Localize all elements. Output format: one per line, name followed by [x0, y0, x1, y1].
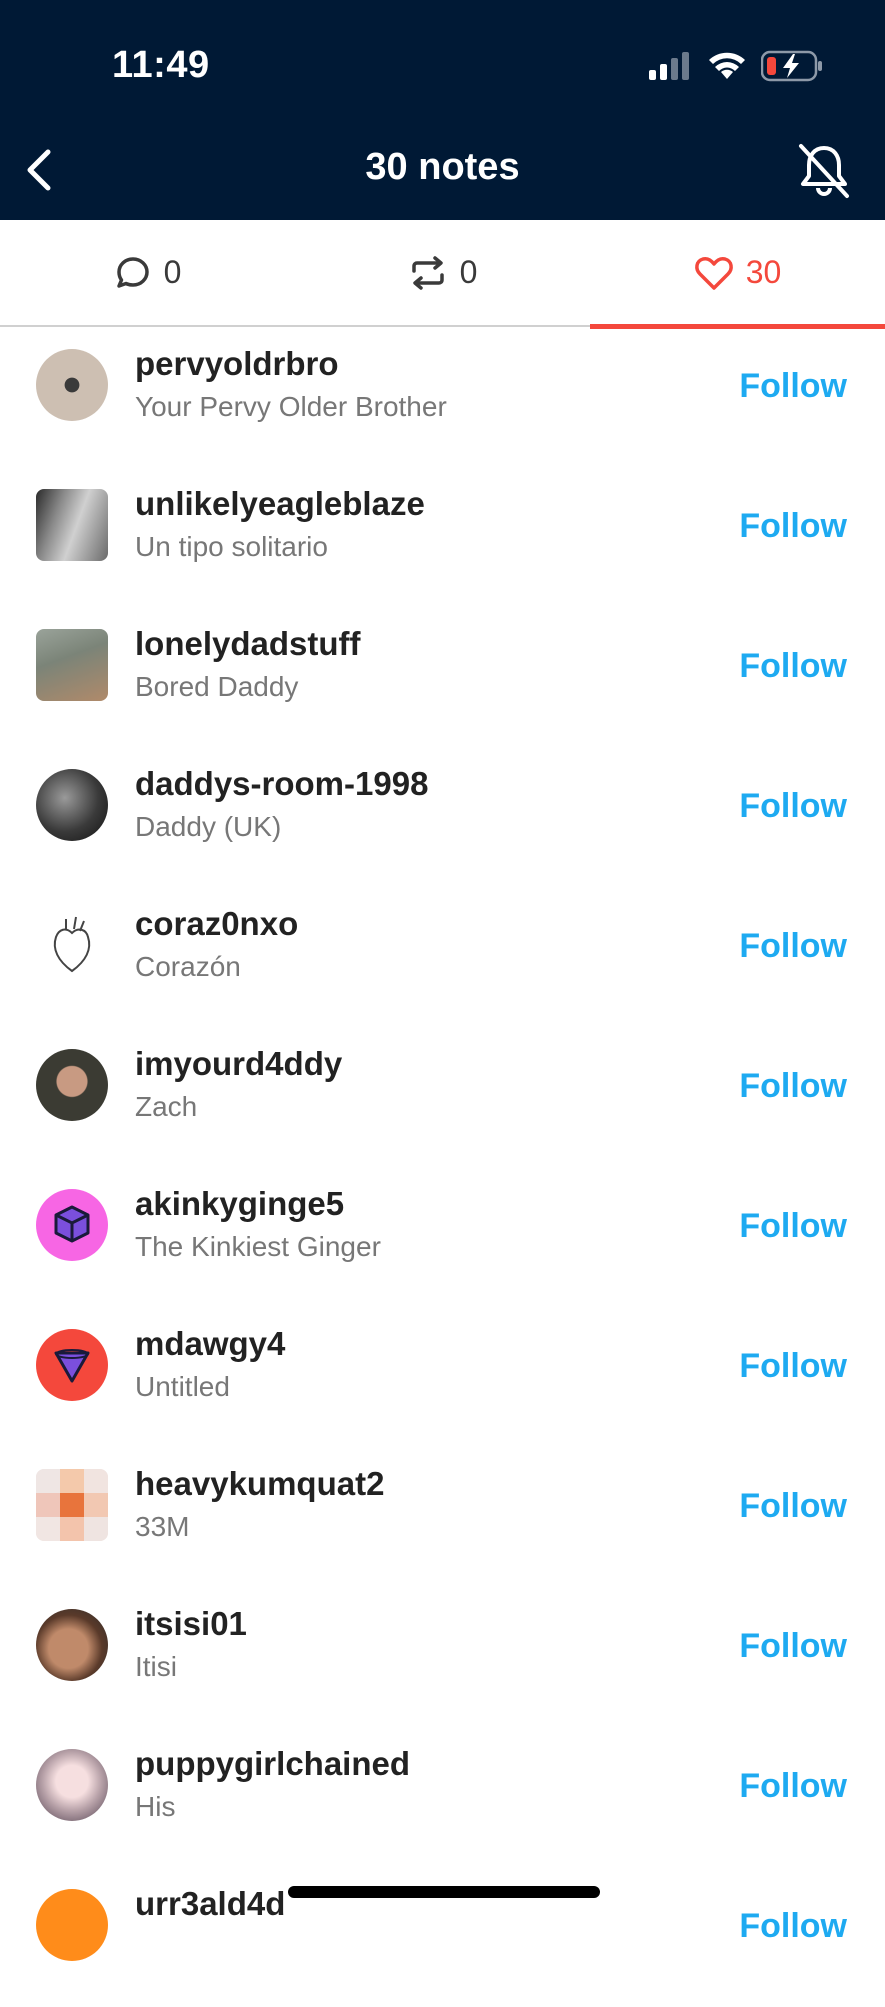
avatar[interactable] — [36, 629, 108, 701]
username[interactable]: urr3ald4d — [135, 1885, 285, 1923]
follow-button[interactable]: Follow — [739, 1627, 847, 1666]
list-item[interactable]: imyourd4ddy Zach Follow — [0, 1027, 885, 1167]
avatar[interactable] — [36, 1049, 108, 1121]
follow-button[interactable]: Follow — [739, 507, 847, 546]
username[interactable]: lonelydadstuff — [135, 625, 361, 663]
follow-button[interactable]: Follow — [739, 1767, 847, 1806]
avatar[interactable] — [36, 489, 108, 561]
username[interactable]: daddys-room-1998 — [135, 765, 428, 803]
avatar[interactable] — [36, 1749, 108, 1821]
reblogs-count: 0 — [459, 254, 478, 290]
blog-title: 33M — [135, 1511, 190, 1542]
username[interactable]: pervyoldrbro — [135, 345, 339, 383]
status-icons — [649, 46, 823, 86]
list-item[interactable]: heavykumquat2 33M Follow — [0, 1447, 885, 1587]
blog-title: Itisi — [135, 1651, 177, 1682]
username[interactable]: itsisi01 — [135, 1605, 247, 1643]
list-item[interactable]: mdawgy4 Untitled Follow — [0, 1307, 885, 1447]
blog-title: Your Pervy Older Brother — [135, 391, 447, 422]
follow-button[interactable]: Follow — [739, 1907, 847, 1946]
list-item[interactable]: daddys-room-1998 Daddy (UK) Follow — [0, 747, 885, 887]
pixel-pattern-icon — [36, 1469, 108, 1541]
avatar[interactable] — [36, 1889, 108, 1961]
blog-title: Corazón — [135, 951, 241, 982]
follow-button[interactable]: Follow — [739, 1207, 847, 1246]
heart-icon — [694, 256, 733, 290]
tab-replies[interactable]: 0 — [0, 220, 295, 325]
list-item[interactable]: akinkyginge5 The Kinkiest Ginger Follow — [0, 1167, 885, 1307]
blog-title: His — [135, 1791, 176, 1822]
tab-reblogs[interactable]: 0 — [295, 220, 590, 325]
status-time: 11:49 — [112, 44, 210, 86]
wifi-icon — [709, 52, 745, 79]
cellular-signal-icon — [649, 52, 689, 80]
anatomical-heart-icon — [53, 916, 91, 973]
replies-count: 0 — [163, 254, 182, 290]
tab-likes[interactable]: 30 — [590, 220, 885, 325]
avatar[interactable] — [36, 1329, 108, 1401]
list-item[interactable]: coraz0nxo Corazón Follow — [0, 887, 885, 1027]
username[interactable]: puppygirlchained — [135, 1745, 410, 1783]
list-item[interactable]: lonelydadstuff Bored Daddy Follow — [0, 607, 885, 747]
username[interactable]: mdawgy4 — [135, 1325, 285, 1363]
avatar[interactable] — [36, 349, 108, 421]
blog-title: Untitled — [135, 1371, 230, 1402]
notes-tabs: 0 0 30 — [0, 220, 885, 329]
username[interactable]: coraz0nxo — [135, 905, 298, 943]
follow-button[interactable]: Follow — [739, 647, 847, 686]
blog-title: The Kinkiest Ginger — [135, 1231, 381, 1262]
avatar[interactable] — [36, 1189, 108, 1261]
blog-title: Daddy (UK) — [135, 811, 282, 842]
cube-icon — [54, 1205, 90, 1243]
list-item[interactable]: pervyoldrbro Your Pervy Older Brother Fo… — [0, 327, 885, 467]
avatar[interactable] — [36, 909, 108, 981]
avatar[interactable] — [36, 1609, 108, 1681]
follow-button[interactable]: Follow — [739, 787, 847, 826]
list-item[interactable]: itsisi01 Itisi Follow — [0, 1587, 885, 1727]
avatar[interactable] — [36, 769, 108, 841]
battery-charging-icon — [761, 50, 822, 82]
app-header: 11:49 30 notes — [0, 0, 885, 220]
username[interactable]: akinkyginge5 — [135, 1185, 344, 1223]
list-item[interactable]: puppygirlchained His Follow — [0, 1727, 885, 1867]
page-title: 30 notes — [365, 146, 520, 188]
username[interactable]: imyourd4ddy — [135, 1045, 342, 1083]
blog-title: Un tipo solitario — [135, 531, 328, 562]
username[interactable]: heavykumquat2 — [135, 1465, 384, 1503]
comment-icon — [116, 256, 149, 288]
home-indicator — [288, 1886, 600, 1898]
reblog-icon — [411, 255, 444, 290]
mute-notifications-button[interactable] — [791, 138, 857, 204]
list-item[interactable]: unlikelyeagleblaze Un tipo solitario Fol… — [0, 467, 885, 607]
follow-button[interactable]: Follow — [739, 1487, 847, 1526]
username[interactable]: unlikelyeagleblaze — [135, 485, 425, 523]
likes-count: 30 — [745, 254, 782, 290]
blog-title: Bored Daddy — [135, 671, 299, 702]
follow-button[interactable]: Follow — [739, 927, 847, 966]
follow-button[interactable]: Follow — [739, 1347, 847, 1386]
blog-title: Zach — [135, 1091, 198, 1122]
triangle-icon — [54, 1349, 90, 1383]
follow-button[interactable]: Follow — [739, 367, 847, 406]
follow-button[interactable]: Follow — [739, 1067, 847, 1106]
bell-off-icon — [799, 144, 849, 198]
avatar[interactable] — [36, 1469, 108, 1541]
